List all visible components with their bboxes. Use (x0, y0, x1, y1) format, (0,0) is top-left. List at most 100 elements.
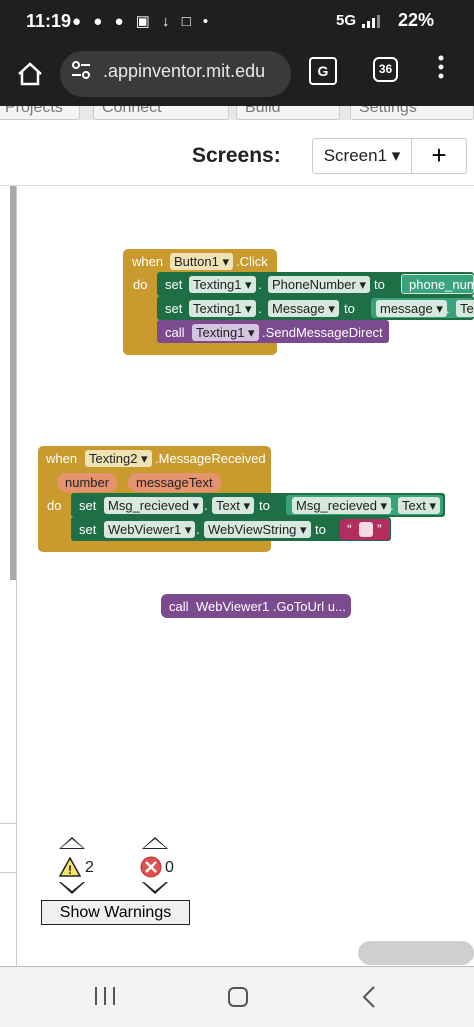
signal-bars-icon (362, 15, 381, 29)
component-name: Texting1 (193, 277, 242, 292)
property-name: Text (216, 498, 240, 513)
property-dropdown-text[interactable]: Text ▾ (212, 497, 254, 514)
set-label: set (79, 522, 97, 537)
warning-icon: ! (59, 857, 81, 877)
property-dropdown-partial[interactable]: Te (456, 300, 474, 317)
error-icon (140, 856, 162, 878)
set-label: set (79, 498, 97, 513)
component-name: Msg_recieved (108, 498, 189, 513)
error-count: 0 (165, 859, 174, 876)
when-label: when (132, 254, 164, 269)
dot: . (258, 277, 262, 292)
toolbar-tab-connect[interactable]: Connect (93, 106, 229, 120)
show-warnings-button[interactable]: Show Warnings (41, 900, 190, 925)
horizontal-scrollbar[interactable] (358, 941, 474, 965)
workspace-border (16, 186, 17, 966)
do-label: do (47, 498, 62, 513)
to-label: to (315, 522, 326, 537)
prev-error-arrow-icon[interactable] (142, 837, 168, 849)
recent-apps-icon[interactable] (93, 985, 117, 1007)
prev-warning-arrow-icon[interactable] (59, 837, 85, 849)
property-name: Message (272, 301, 325, 316)
component-dropdown-webviewer1[interactable]: WebViewer1 ▾ (104, 521, 196, 538)
set-label: set (165, 277, 183, 292)
value-text: phone_num (409, 277, 474, 292)
do-label: do (133, 277, 148, 292)
property-dropdown-message[interactable]: Message ▾ (268, 300, 339, 317)
designer-toolbar: Projects Connect Build Settings (0, 106, 474, 120)
event-name: .Click (236, 254, 268, 269)
dot: . (204, 498, 208, 513)
svg-text:!: ! (68, 863, 72, 877)
url-text[interactable]: .appinventor.mit.edu (103, 61, 265, 82)
battery-percent: 22% (398, 10, 435, 30)
to-label: to (344, 301, 355, 316)
dot: . (258, 301, 262, 316)
system-nav-bar (0, 967, 474, 1027)
component-dropdown-msg-recieved[interactable]: Msg_recieved ▾ (292, 497, 392, 514)
component-dropdown-texting1[interactable]: Texting1 ▾ (189, 300, 256, 317)
signal-indicator: 5G (336, 12, 382, 29)
more-menu-icon[interactable] (437, 54, 445, 80)
screen-select[interactable]: Screen1 ▾ (312, 138, 412, 174)
toolbar-tab-build[interactable]: Build (236, 106, 340, 120)
status-bar: 11:19 ● ● ● ▣ ↓ □ • 5G 22% (0, 0, 474, 46)
toolbar-tab-projects[interactable]: Projects (0, 106, 80, 120)
text-input-field[interactable] (359, 522, 373, 537)
status-time: 11:19 (26, 11, 72, 31)
set-label: set (165, 301, 183, 316)
component-dropdown-message[interactable]: message ▾ (376, 300, 447, 317)
back-icon[interactable] (361, 985, 377, 1009)
component-name: Texting1 (193, 301, 242, 316)
signal-text: 5G (336, 12, 357, 29)
notification-icons: ● ● ● ▣ ↓ □ • (72, 13, 213, 30)
close-quote: ” (377, 521, 382, 537)
property-dropdown-phonenumber[interactable]: PhoneNumber ▾ (268, 276, 370, 293)
event-name: .MessageReceived (155, 451, 266, 466)
next-warning-arrow-icon[interactable] (59, 882, 85, 894)
divider (0, 823, 16, 824)
method-name: .SendMessageDirect (262, 325, 383, 340)
translate-icon[interactable]: G (309, 57, 337, 85)
call-text: WebViewer1 .GoToUrl u... (196, 599, 346, 614)
component-name: WebViewer1 (108, 522, 182, 537)
property-name: PhoneNumber (272, 277, 356, 292)
component-name: Texting2 (89, 451, 138, 466)
to-label: to (259, 498, 270, 513)
component-dropdown-button1[interactable]: Button1 ▾ (170, 253, 233, 270)
browser-toolbar: .appinventor.mit.edu G 36 (0, 46, 474, 106)
screens-bar: Screens: Screen1 ▾ + (0, 120, 474, 186)
component-dropdown-texting1[interactable]: Texting1 ▾ (192, 324, 259, 341)
component-name: Button1 (174, 254, 219, 269)
open-quote: “ (347, 521, 352, 537)
home-nav-icon[interactable] (226, 985, 250, 1009)
component-name: message (380, 301, 433, 316)
to-label: to (374, 277, 385, 292)
property-dropdown-webviewstring[interactable]: WebViewString ▾ (204, 521, 311, 538)
component-name: Texting1 (196, 325, 245, 340)
property-name: WebViewString (208, 522, 297, 537)
component-dropdown-msg-recieved[interactable]: Msg_recieved ▾ (104, 497, 204, 514)
property-dropdown-text[interactable]: Text ▾ (398, 497, 440, 514)
param-messagetext[interactable]: messageText (128, 473, 221, 492)
dot: . (446, 301, 450, 316)
divider (0, 872, 16, 873)
home-icon[interactable] (15, 54, 45, 94)
component-name: Msg_recieved (296, 498, 377, 513)
tab-count-button[interactable]: 36 (373, 57, 398, 82)
warning-count: 2 (85, 859, 94, 876)
dot: . (390, 498, 394, 513)
param-number[interactable]: number (57, 473, 118, 492)
dot: . (196, 522, 200, 537)
property-name: Text (402, 498, 426, 513)
add-screen-button[interactable]: + (411, 138, 467, 174)
screens-label: Screens: (192, 144, 281, 167)
toolbar-tab-settings[interactable]: Settings (350, 106, 474, 120)
component-dropdown-texting2[interactable]: Texting2 ▾ (85, 450, 152, 467)
next-error-arrow-icon[interactable] (142, 882, 168, 894)
call-label: call (169, 599, 189, 614)
when-label: when (46, 451, 78, 466)
component-dropdown-texting1[interactable]: Texting1 ▾ (189, 276, 256, 293)
call-label: call (165, 325, 185, 340)
site-settings-icon[interactable] (70, 59, 92, 81)
